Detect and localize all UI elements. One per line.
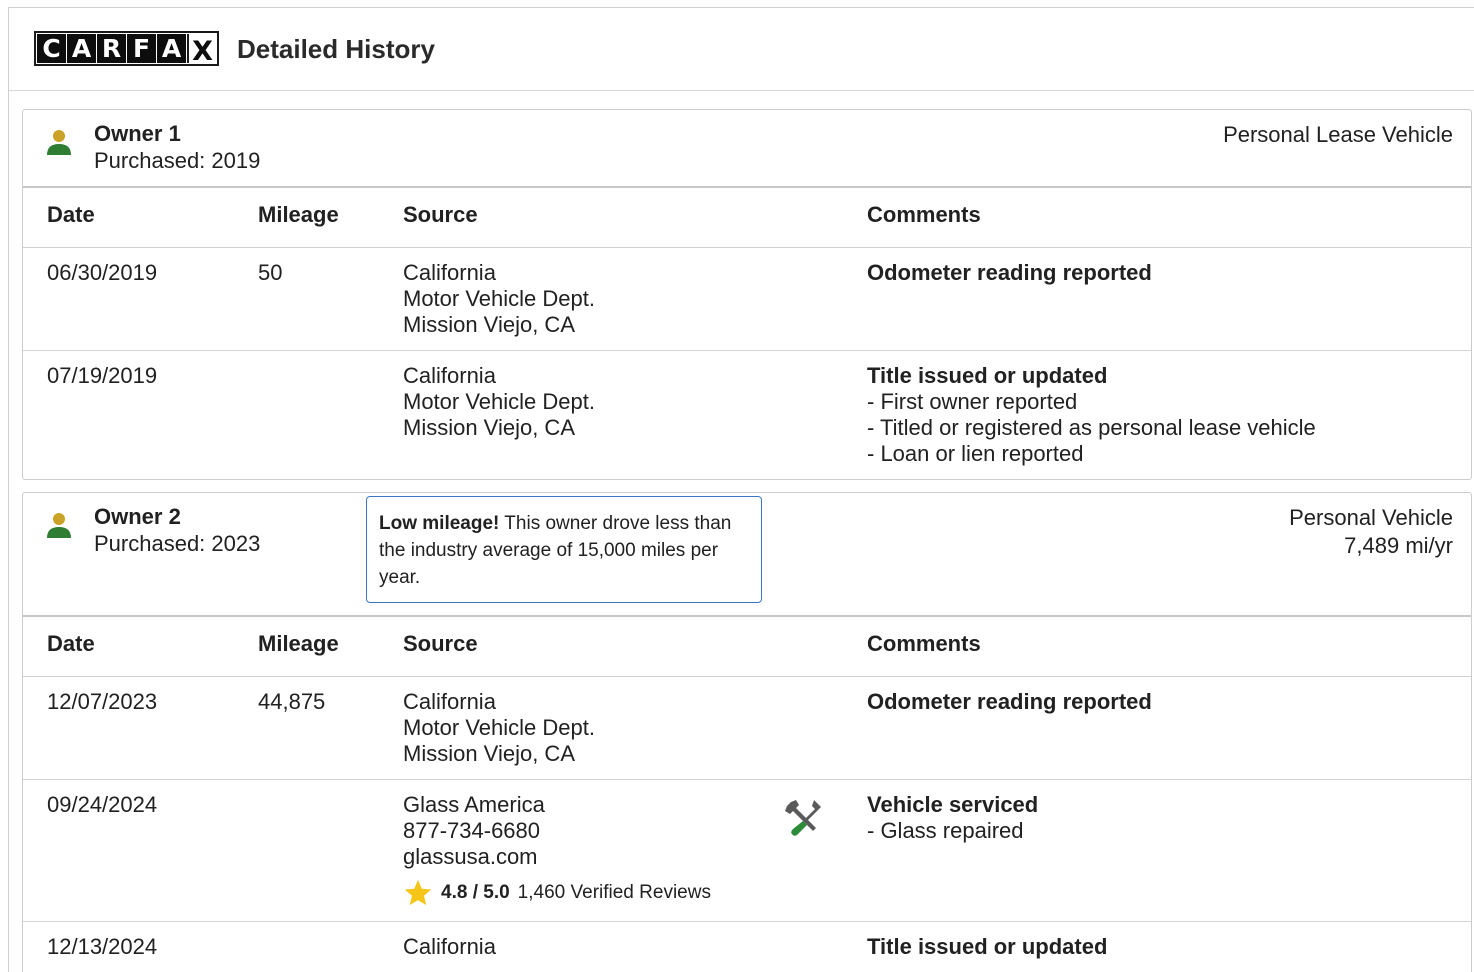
star-icon	[404, 879, 432, 906]
owner-purchased: Purchased: 2019	[94, 148, 261, 173]
owner-name: Owner 2	[94, 504, 181, 529]
row-date: 09/24/2024	[47, 792, 158, 817]
owner-2-block: Owner 2 Purchased: 2023 Low mileage! Thi…	[22, 492, 1472, 972]
row-date: 12/13/2024	[47, 934, 158, 959]
logo-letter: X	[187, 34, 216, 67]
col-date: Date	[47, 631, 95, 656]
row-comments: Odometer reading reported	[867, 689, 1152, 715]
comment-item: - Glass repaired	[867, 818, 1024, 843]
source-website-link[interactable]: glassusa.com	[403, 844, 711, 870]
row-source: California Motor Vehicle Dept. Mission V…	[403, 363, 595, 441]
row-date: 12/07/2023	[47, 689, 158, 714]
source-line: Mission Viejo, CA	[403, 741, 575, 766]
source-line: Motor Vehicle Dept.	[403, 389, 595, 414]
person-icon	[47, 130, 71, 155]
row-source: California	[403, 934, 496, 960]
source-line: Mission Viejo, CA	[403, 415, 575, 440]
comment-title: Vehicle serviced	[867, 792, 1039, 817]
section-header: C A R F A X Detailed History	[9, 8, 1474, 91]
source-line: California	[403, 363, 496, 388]
col-date: Date	[47, 202, 95, 227]
col-mileage: Mileage	[258, 631, 339, 656]
rating-reviews: 1,460 Verified Reviews	[517, 882, 711, 903]
source-name[interactable]: Glass America	[403, 792, 711, 818]
comment-item: - Loan or lien reported	[867, 441, 1084, 466]
logo-letter: A	[67, 34, 96, 63]
row-comments: Odometer reading reported	[867, 260, 1152, 286]
table-header: Date Mileage Source Comments	[23, 617, 1471, 677]
detailed-history-panel: C A R F A X Detailed History Owner 1 Pur…	[8, 7, 1474, 972]
col-source: Source	[403, 202, 478, 227]
table-row: 12/13/2024 California Title issued or up…	[23, 922, 1471, 972]
comment-title: Title issued or updated	[867, 934, 1108, 959]
logo-letter: R	[97, 34, 126, 63]
row-source: Glass America 877-734-6680 glassusa.com …	[403, 792, 711, 908]
logo-letter: F	[127, 34, 156, 63]
row-comments: Title issued or updated - First owner re…	[867, 363, 1316, 467]
vehicle-type: Personal Vehicle 7,489 mi/yr	[1289, 504, 1453, 560]
person-icon	[47, 513, 71, 538]
logo-letter: C	[37, 34, 66, 63]
source-line: Motor Vehicle Dept.	[403, 286, 595, 311]
vehicle-type: Personal Lease Vehicle	[1223, 121, 1453, 149]
owner-header: Owner 1 Purchased: 2019 Personal Lease V…	[23, 110, 1471, 188]
table-row: 06/30/2019 50 California Motor Vehicle D…	[23, 248, 1471, 351]
wrench-screwdriver-icon	[785, 800, 821, 836]
vehicle-type-label: Personal Vehicle	[1289, 505, 1453, 530]
source-rating[interactable]: 4.8 / 5.0 1,460 Verified Reviews	[403, 878, 711, 908]
row-date: 06/30/2019	[47, 260, 158, 285]
page-title: Detailed History	[237, 34, 435, 64]
row-date: 07/19/2019	[47, 363, 158, 388]
col-comments: Comments	[867, 202, 981, 227]
table-header: Date Mileage Source Comments	[23, 188, 1471, 248]
owner-purchased: Purchased: 2023	[94, 531, 261, 556]
comment-title: Title issued or updated	[867, 363, 1108, 388]
low-mileage-callout: Low mileage! This owner drove less than …	[366, 496, 762, 603]
table-row: 09/24/2024 Glass America 877-734-6680 gl…	[23, 780, 1471, 922]
owner-1-block: Owner 1 Purchased: 2019 Personal Lease V…	[22, 109, 1472, 480]
source-phone[interactable]: 877-734-6680	[403, 818, 711, 844]
mileage-rate: 7,489 mi/yr	[1344, 533, 1453, 558]
table-row: 07/19/2019 California Motor Vehicle Dept…	[23, 351, 1471, 477]
row-mileage: 50	[258, 260, 283, 285]
row-comments: Vehicle serviced - Glass repaired	[867, 792, 1038, 844]
logo-letter: A	[157, 34, 186, 63]
col-source: Source	[403, 631, 478, 656]
row-source: California Motor Vehicle Dept. Mission V…	[403, 689, 595, 767]
carfax-logo: C A R F A X	[34, 31, 219, 67]
owner-header: Owner 2 Purchased: 2023 Low mileage! Thi…	[23, 493, 1471, 617]
col-comments: Comments	[867, 631, 981, 656]
source-line: California	[403, 689, 496, 714]
source-line: Motor Vehicle Dept.	[403, 715, 595, 740]
row-source: California Motor Vehicle Dept. Mission V…	[403, 260, 595, 338]
callout-bold: Low mileage!	[379, 513, 500, 534]
source-line: California	[403, 260, 496, 285]
table-row: 12/07/2023 44,875 California Motor Vehic…	[23, 677, 1471, 780]
row-comments: Title issued or updated	[867, 934, 1107, 960]
comment-item: - Titled or registered as personal lease…	[867, 415, 1316, 440]
source-line: California	[403, 934, 496, 959]
vehicle-type-label: Personal Lease Vehicle	[1223, 122, 1453, 147]
comment-item: - First owner reported	[867, 389, 1078, 414]
comment-title: Odometer reading reported	[867, 260, 1152, 285]
source-line: Mission Viejo, CA	[403, 312, 575, 337]
col-mileage: Mileage	[258, 202, 339, 227]
row-mileage: 44,875	[258, 689, 326, 714]
owner-name: Owner 1	[94, 121, 181, 146]
comment-title: Odometer reading reported	[867, 689, 1152, 714]
rating-score: 4.8 / 5.0	[441, 882, 510, 903]
